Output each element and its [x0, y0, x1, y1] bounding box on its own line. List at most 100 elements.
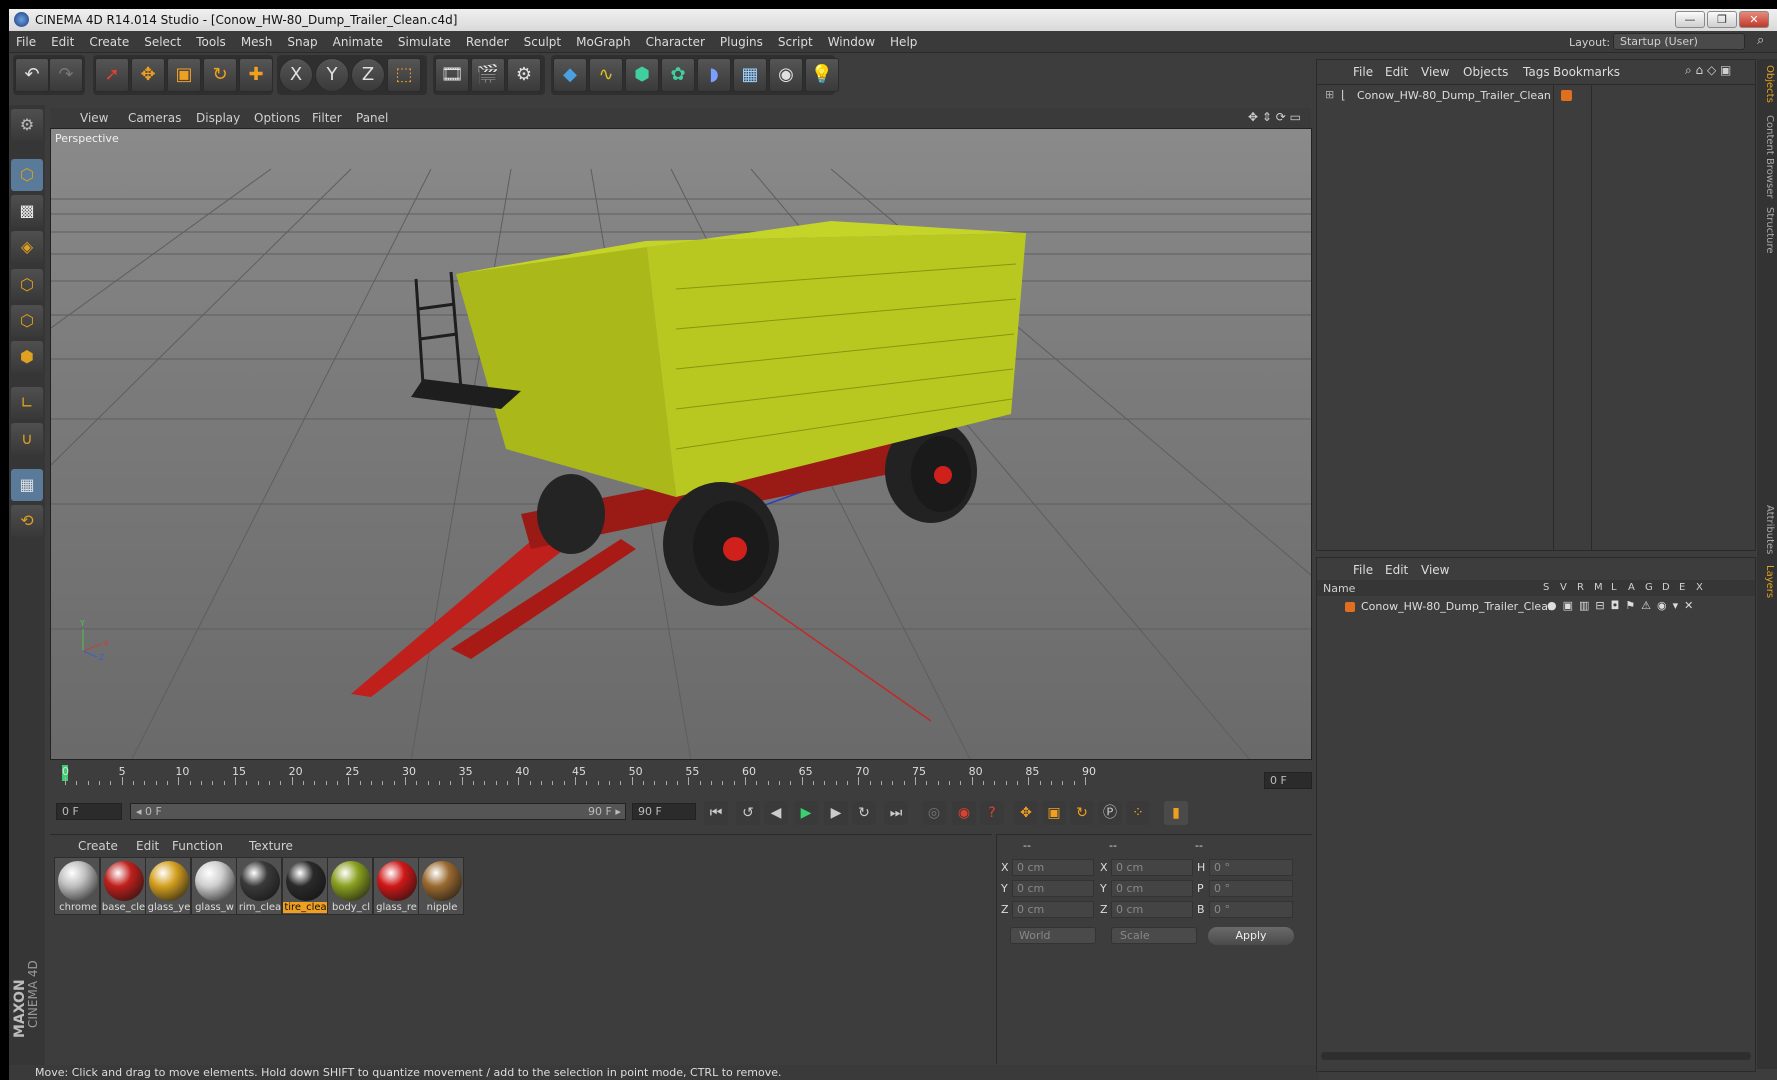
obj-menu-tags[interactable]: Tags — [1523, 65, 1550, 79]
snap-icon[interactable]: ▦ — [11, 469, 43, 501]
go-to-end-icon[interactable]: ⏭ — [884, 801, 908, 825]
menu-tools[interactable]: Tools — [189, 31, 234, 49]
layer-column-header[interactable]: V — [1560, 582, 1567, 593]
menu-select[interactable]: Select — [137, 31, 189, 49]
auto-key-icon[interactable]: ? — [980, 801, 1004, 825]
vp-menu-panel[interactable]: Panel — [356, 111, 388, 125]
material-swatch[interactable]: rim_clea — [236, 857, 282, 915]
next-frame-icon[interactable]: ▶ — [824, 801, 848, 825]
deformer-icon[interactable]: ◗ — [697, 58, 731, 92]
menu-character[interactable]: Character — [639, 31, 713, 49]
key-grid-icon[interactable]: ⁘ — [1126, 801, 1150, 825]
tab-attributes[interactable]: Attributes — [1759, 505, 1775, 554]
obj-manager-tools-icon[interactable]: ⌕ ⌂ ◇ ▣ — [1685, 63, 1731, 78]
expand-icon[interactable]: ⊞ — [1325, 88, 1334, 101]
nurbs-icon[interactable]: ⬢ — [625, 58, 659, 92]
select-icon[interactable]: ➚ — [95, 58, 129, 92]
layer-menu-file[interactable]: File — [1353, 563, 1373, 577]
obj-menu-file[interactable]: File — [1353, 65, 1373, 79]
tab-content-browser[interactable]: Content Browser — [1759, 115, 1775, 198]
y-axis-icon[interactable]: Y — [315, 58, 349, 92]
layer-name[interactable]: Conow_HW-80_Dump_Trailer_Clean — [1361, 600, 1555, 613]
timeline-ruler[interactable]: 0 5 10 15 20 25 30 35 40 45 50 55 60 65 70 75 80 85 90 — [50, 763, 1260, 795]
close-button[interactable]: ✕ — [1739, 11, 1769, 28]
obj-menu-view[interactable]: View — [1421, 65, 1449, 79]
layer-column-header[interactable]: G — [1645, 582, 1653, 593]
render-picture-icon[interactable]: 🎬 — [471, 58, 505, 92]
vp-menu-display[interactable]: Display — [196, 111, 240, 125]
layer-color-tag[interactable] — [1561, 90, 1572, 101]
vp-menu-view[interactable]: View — [80, 111, 108, 125]
layer-toggle-icons[interactable]: ●▣▥⊟◘⚑⚠◉▾✕ — [1547, 599, 1699, 612]
minimize-button[interactable]: — — [1675, 11, 1705, 28]
range-slider-start[interactable]: ◂ 0 F — [130, 803, 626, 820]
layout-dropdown[interactable]: Startup (User) — [1613, 33, 1745, 50]
model-mode-icon[interactable]: ⬡ — [11, 159, 43, 191]
end-frame-field[interactable]: 0 F — [1264, 772, 1312, 789]
make-editable-icon[interactable]: ⚙ — [11, 109, 43, 141]
menu-sculpt[interactable]: Sculpt — [517, 31, 569, 49]
redo-icon[interactable]: ↷ — [49, 58, 83, 92]
tab-structure[interactable]: Structure — [1759, 207, 1775, 254]
material-swatch[interactable]: glass_re — [372, 857, 419, 915]
layer-column-header[interactable]: A — [1628, 582, 1635, 593]
spline-icon[interactable]: ∿ — [589, 58, 623, 92]
workplane-icon[interactable]: ◈ — [11, 231, 43, 263]
menu-create[interactable]: Create — [82, 31, 137, 49]
edges-mode-icon[interactable]: ⬡ — [11, 305, 43, 337]
go-to-start-icon[interactable]: ⏮ — [704, 801, 728, 825]
layer-column-header[interactable]: D — [1662, 582, 1670, 593]
layer-column-header[interactable]: E — [1679, 582, 1685, 593]
current-frame-field[interactable]: 0 F — [56, 803, 122, 820]
menu-file[interactable]: File — [9, 31, 44, 49]
z-axis-icon[interactable]: Z — [351, 58, 385, 92]
tab-objects[interactable]: Objects — [1759, 65, 1775, 103]
material-swatch[interactable]: nipple — [418, 857, 464, 915]
menu-snap[interactable]: Snap — [280, 31, 325, 49]
coord-rot-p[interactable]: 0 ° — [1209, 880, 1293, 897]
coord-system-icon[interactable]: ⬚ — [387, 58, 421, 92]
material-swatch[interactable]: tire_clea — [281, 857, 329, 915]
layer-column-header[interactable]: M — [1594, 582, 1603, 593]
prev-frame-icon[interactable]: ◀ — [764, 801, 788, 825]
array-icon[interactable]: ✿ — [661, 58, 695, 92]
key-rotate-icon[interactable]: ↻ — [1070, 801, 1094, 825]
obj-menu-edit[interactable]: Edit — [1385, 65, 1408, 79]
layer-column-header[interactable]: S — [1543, 582, 1549, 593]
coord-size-z[interactable]: 0 cm — [1111, 901, 1193, 918]
add-icon[interactable]: ✚ — [239, 58, 273, 92]
coord-rot-h[interactable]: 0 ° — [1209, 859, 1293, 876]
render-settings-icon[interactable]: ⚙ — [507, 58, 541, 92]
texture-mode-icon[interactable]: ▩ — [11, 195, 43, 227]
polygons-mode-icon[interactable]: ⬢ — [11, 341, 43, 373]
undo-icon[interactable]: ↶ — [15, 58, 49, 92]
material-swatch[interactable]: base_cle — [99, 857, 146, 915]
key-param-icon[interactable]: Ⓟ — [1098, 801, 1122, 825]
rotate-icon[interactable]: ↻ — [203, 58, 237, 92]
record-disabled-icon[interactable]: ◎ — [922, 801, 946, 825]
mat-menu-edit[interactable]: Edit — [136, 839, 159, 853]
world-dropdown[interactable]: World — [1010, 927, 1096, 944]
menu-window[interactable]: Window — [821, 31, 883, 49]
camera-icon[interactable]: ◉ — [769, 58, 803, 92]
menu-help[interactable]: Help — [883, 31, 925, 49]
soft-selection-icon[interactable]: ⟲ — [11, 505, 43, 537]
axis-mode-icon[interactable]: ∟ — [11, 387, 43, 419]
prev-key-icon[interactable]: ↺ — [736, 801, 760, 825]
vp-menu-options[interactable]: Options — [254, 111, 300, 125]
next-key-icon[interactable]: ↻ — [852, 801, 876, 825]
coord-pos-z[interactable]: 0 cm — [1012, 901, 1094, 918]
menu-simulate[interactable]: Simulate — [391, 31, 459, 49]
obj-menu-objects[interactable]: Objects — [1463, 65, 1508, 79]
cube-icon[interactable]: ◆ — [553, 58, 587, 92]
menu-mograph[interactable]: MoGraph — [569, 31, 639, 49]
light-icon[interactable]: 💡 — [805, 58, 839, 92]
menu-script[interactable]: Script — [771, 31, 821, 49]
coord-size-y[interactable]: 0 cm — [1111, 880, 1193, 897]
vp-menu-filter[interactable]: Filter — [312, 111, 342, 125]
menu-animate[interactable]: Animate — [326, 31, 391, 49]
vp-nav-icons[interactable]: ✥ ⇕ ⟳ ▭ — [1248, 110, 1301, 124]
play-icon[interactable]: ▶ — [794, 801, 818, 825]
object-name[interactable]: Conow_HW-80_Dump_Trailer_Clean — [1357, 89, 1551, 102]
magnet-icon[interactable]: ∪ — [11, 423, 43, 455]
